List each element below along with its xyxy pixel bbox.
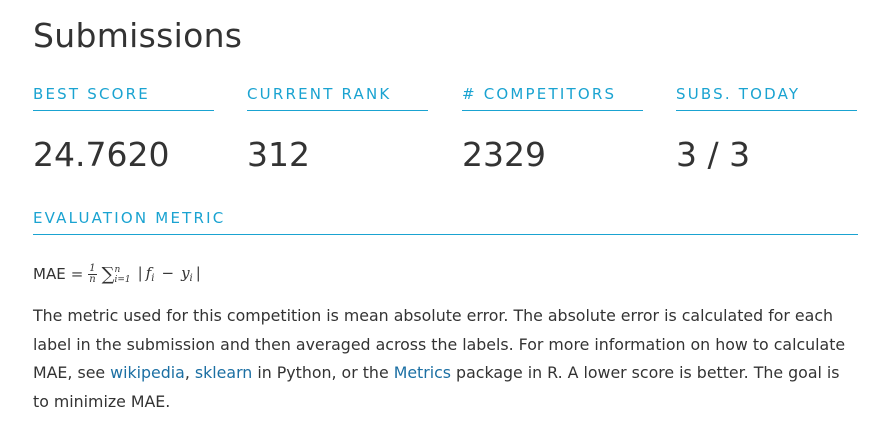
formula-equals: = bbox=[70, 265, 84, 283]
description-text-3: in Python, or the bbox=[252, 363, 394, 382]
competitors-value: 2329 bbox=[462, 135, 546, 174]
sum-symbol: ∑ bbox=[101, 263, 115, 285]
best-score-label: BEST SCORE bbox=[33, 84, 214, 111]
current-rank-value: 312 bbox=[247, 135, 310, 174]
formula-lhs: MAE bbox=[33, 265, 66, 283]
current-rank-label: CURRENT RANK bbox=[247, 84, 428, 111]
wikipedia-link[interactable]: wikipedia bbox=[110, 363, 185, 382]
competitors-label: # COMPETITORS bbox=[462, 84, 643, 111]
subs-today-value: 3 / 3 bbox=[676, 135, 751, 174]
competitors-stat: # COMPETITORS 2329 bbox=[462, 84, 643, 174]
metrics-package-link[interactable]: Metrics bbox=[394, 363, 451, 382]
description-text-2: , bbox=[184, 363, 195, 382]
current-rank-stat: CURRENT RANK 312 bbox=[247, 84, 428, 174]
best-score-stat: BEST SCORE 24.7620 bbox=[33, 84, 214, 174]
fraction-numerator: 1 bbox=[88, 262, 97, 275]
formula-y: y bbox=[181, 264, 190, 282]
evaluation-metric-heading: EVALUATION METRIC bbox=[33, 208, 858, 235]
sum-limits: n i=1 bbox=[115, 265, 131, 285]
formula-body: | fi − yi | bbox=[135, 264, 204, 284]
sum-upper-limit: n bbox=[114, 265, 121, 275]
page-title: Submissions bbox=[33, 16, 243, 55]
subs-today-label: SUBS. TODAY bbox=[676, 84, 857, 111]
sum-lower-limit: i=1 bbox=[114, 275, 131, 285]
subs-today-stat: SUBS. TODAY 3 / 3 bbox=[676, 84, 857, 174]
best-score-value: 24.7620 bbox=[33, 135, 170, 174]
mae-formula: MAE = 1 n ∑ n i=1 | fi − yi | bbox=[33, 259, 204, 289]
metric-description: The metric used for this competition is … bbox=[33, 302, 858, 416]
abs-open: | bbox=[137, 264, 143, 282]
formula-minus: − bbox=[161, 264, 175, 282]
formula-y-sub: i bbox=[189, 273, 193, 284]
fraction-denominator: n bbox=[89, 273, 96, 285]
abs-close: | bbox=[195, 264, 201, 282]
sklearn-link[interactable]: sklearn bbox=[195, 363, 252, 382]
formula-f-sub: i bbox=[151, 273, 155, 284]
formula-fraction: 1 n bbox=[88, 262, 97, 285]
